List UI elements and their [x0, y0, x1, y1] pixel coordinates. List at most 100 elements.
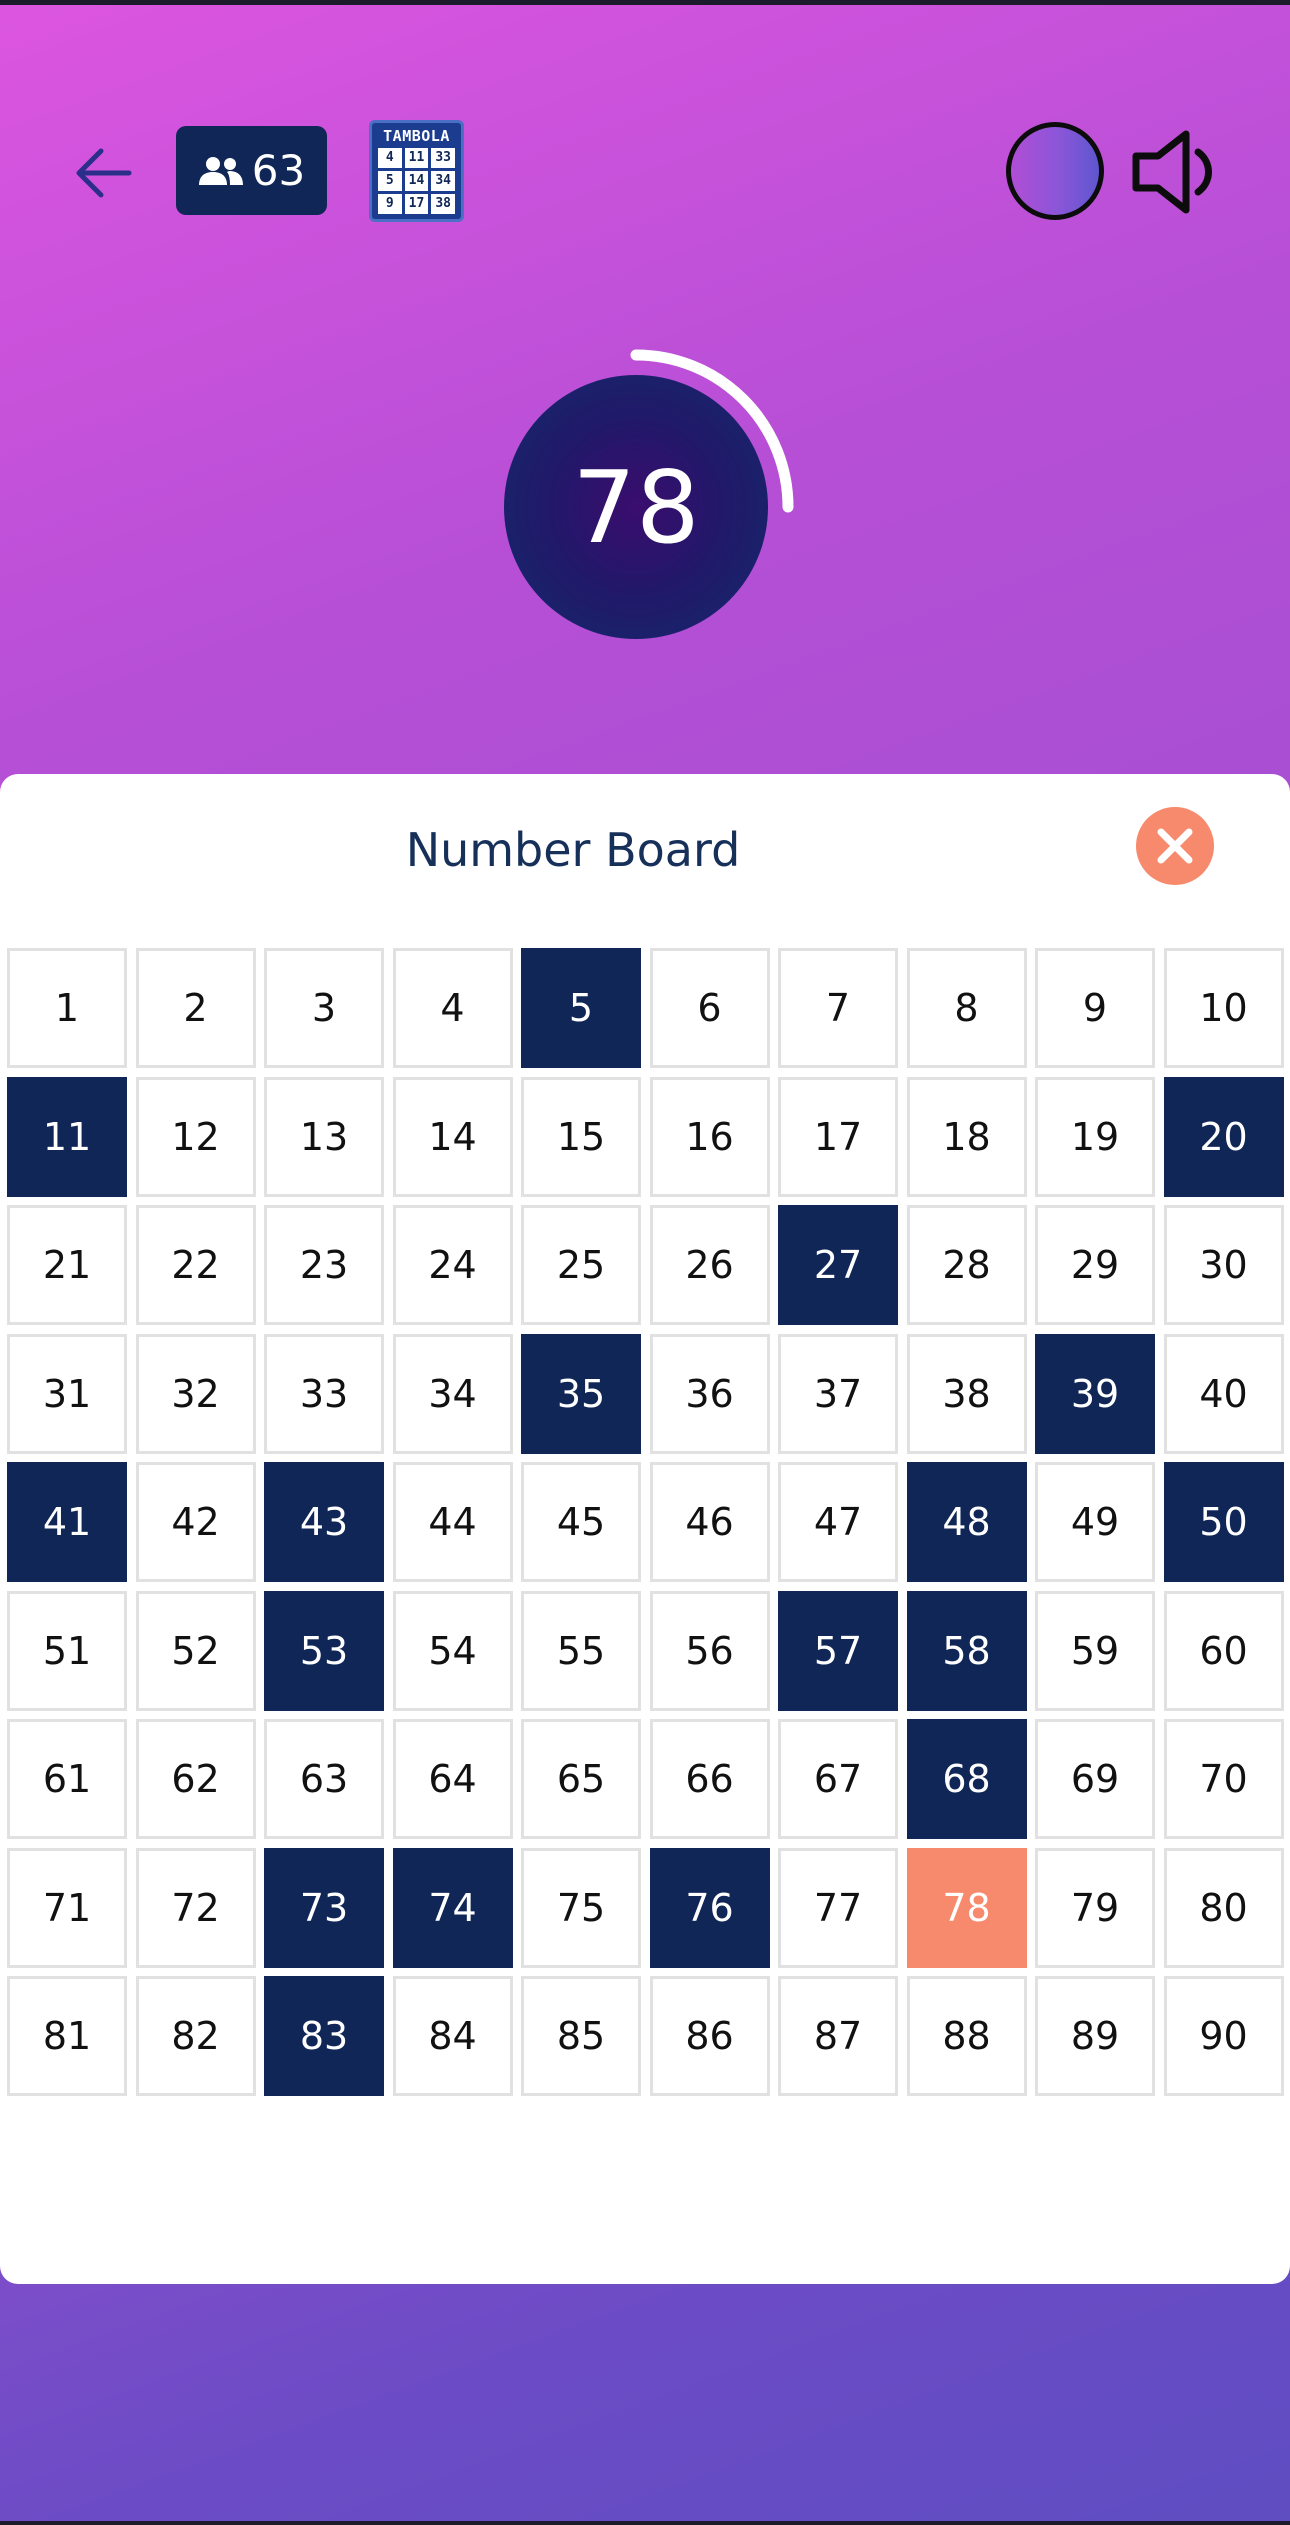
board-cell-13: 13: [264, 1076, 384, 1197]
board-cell-79: 79: [1035, 1847, 1155, 1968]
board-cell-14: 14: [392, 1076, 513, 1197]
board-cell-43: 43: [264, 1462, 384, 1582]
board-cell-47: 47: [778, 1462, 898, 1582]
logo-number: 34: [431, 171, 455, 191]
current-call: 78: [497, 348, 794, 645]
sound-button[interactable]: [1128, 126, 1224, 218]
board-cell-65: 65: [521, 1719, 641, 1839]
board-cell-20: 20: [1163, 1076, 1284, 1197]
board-title: Number Board: [405, 823, 741, 877]
board-cell-34: 34: [392, 1333, 513, 1454]
board-cell-64: 64: [392, 1719, 513, 1839]
board-cell-41: 41: [7, 1462, 127, 1582]
arrow-left-icon: [76, 148, 132, 198]
board-cell-75: 75: [521, 1847, 641, 1968]
top-border: [0, 0, 1290, 5]
tambola-logo: TAMBOLA 4 11 33 5 14 34 9 17 38: [369, 120, 464, 222]
board-cell-90: 90: [1163, 1976, 1284, 2096]
board-cell-76: 76: [649, 1847, 770, 1968]
board-cell-18: 18: [906, 1076, 1027, 1197]
board-cell-42: 42: [135, 1462, 256, 1582]
close-button[interactable]: [1136, 807, 1214, 885]
board-cell-38: 38: [906, 1333, 1027, 1454]
logo-grid: 4 11 33 5 14 34 9 17 38: [378, 148, 455, 214]
board-cell-52: 52: [135, 1590, 256, 1711]
board-cell-80: 80: [1163, 1847, 1284, 1968]
board-cell-78: 78: [906, 1847, 1027, 1968]
board-cell-66: 66: [649, 1719, 770, 1839]
board-cell-4: 4: [392, 948, 513, 1068]
board-cell-8: 8: [906, 948, 1027, 1068]
board-cell-81: 81: [7, 1976, 127, 2096]
board-cell-39: 39: [1035, 1333, 1155, 1454]
board-cell-37: 37: [778, 1333, 898, 1454]
board-cell-60: 60: [1163, 1590, 1284, 1711]
board-cell-46: 46: [649, 1462, 770, 1582]
board-cell-6: 6: [649, 948, 770, 1068]
board-cell-55: 55: [521, 1590, 641, 1711]
logo-number: 14: [404, 171, 429, 191]
board-cell-29: 29: [1035, 1205, 1155, 1325]
speaker-icon: [1132, 130, 1212, 214]
theme-toggle-button[interactable]: [1006, 122, 1104, 220]
board-cell-74: 74: [392, 1847, 513, 1968]
board-cell-70: 70: [1163, 1719, 1284, 1839]
board-cell-35: 35: [521, 1333, 641, 1454]
logo-number: 4: [378, 148, 402, 168]
board-cell-11: 11: [7, 1076, 127, 1197]
board-cell-50: 50: [1163, 1462, 1284, 1582]
board-cell-53: 53: [264, 1590, 384, 1711]
board-cell-26: 26: [649, 1205, 770, 1325]
board-cell-32: 32: [135, 1333, 256, 1454]
players-count: 63: [251, 146, 306, 195]
board-cell-48: 48: [906, 1462, 1027, 1582]
board-cell-45: 45: [521, 1462, 641, 1582]
board-cell-27: 27: [778, 1205, 898, 1325]
number-grid: 1 2 3 4 5 6 7 8 9 10 11 12 13 14 15 16 17 18 19 20 21 22 23 24 2…: [7, 948, 1284, 2096]
board-cell-73: 73: [264, 1847, 384, 1968]
board-cell-16: 16: [649, 1076, 770, 1197]
board-cell-44: 44: [392, 1462, 513, 1582]
board-cell-36: 36: [649, 1333, 770, 1454]
board-cell-31: 31: [7, 1333, 127, 1454]
board-cell-49: 49: [1035, 1462, 1155, 1582]
board-cell-82: 82: [135, 1976, 256, 2096]
board-cell-77: 77: [778, 1847, 898, 1968]
board-cell-2: 2: [135, 948, 256, 1068]
bottom-border: [0, 2521, 1290, 2525]
board-cell-86: 86: [649, 1976, 770, 2096]
logo-number: 17: [404, 194, 429, 214]
board-cell-23: 23: [264, 1205, 384, 1325]
board-cell-56: 56: [649, 1590, 770, 1711]
board-cell-10: 10: [1163, 948, 1284, 1068]
logo-number: 38: [431, 194, 455, 214]
back-button[interactable]: [68, 138, 138, 208]
people-icon: [198, 156, 243, 185]
board-cell-33: 33: [264, 1333, 384, 1454]
board-cell-24: 24: [392, 1205, 513, 1325]
logo-number: 5: [378, 171, 402, 191]
logo-number: 11: [404, 148, 429, 168]
timer-ring: [630, 349, 794, 513]
board-cell-89: 89: [1035, 1976, 1155, 2096]
board-cell-87: 87: [778, 1976, 898, 2096]
logo-number: 9: [378, 194, 402, 214]
board-cell-69: 69: [1035, 1719, 1155, 1839]
board-cell-63: 63: [264, 1719, 384, 1839]
board-cell-88: 88: [906, 1976, 1027, 2096]
board-cell-58: 58: [906, 1590, 1027, 1711]
board-cell-59: 59: [1035, 1590, 1155, 1711]
board-cell-21: 21: [7, 1205, 127, 1325]
board-cell-5: 5: [521, 948, 641, 1068]
number-board-panel: Number Board 1 2 3 4 5 6 7 8 9 10 11 12 13 14 15 16 17 18…: [0, 774, 1290, 2284]
close-icon: [1157, 828, 1193, 864]
board-cell-19: 19: [1035, 1076, 1155, 1197]
timer-arc: [630, 349, 794, 513]
board-cell-15: 15: [521, 1076, 641, 1197]
board-cell-3: 3: [264, 948, 384, 1068]
board-cell-17: 17: [778, 1076, 898, 1197]
board-cell-54: 54: [392, 1590, 513, 1711]
board-cell-72: 72: [135, 1847, 256, 1968]
board-cell-7: 7: [778, 948, 898, 1068]
board-cell-30: 30: [1163, 1205, 1284, 1325]
